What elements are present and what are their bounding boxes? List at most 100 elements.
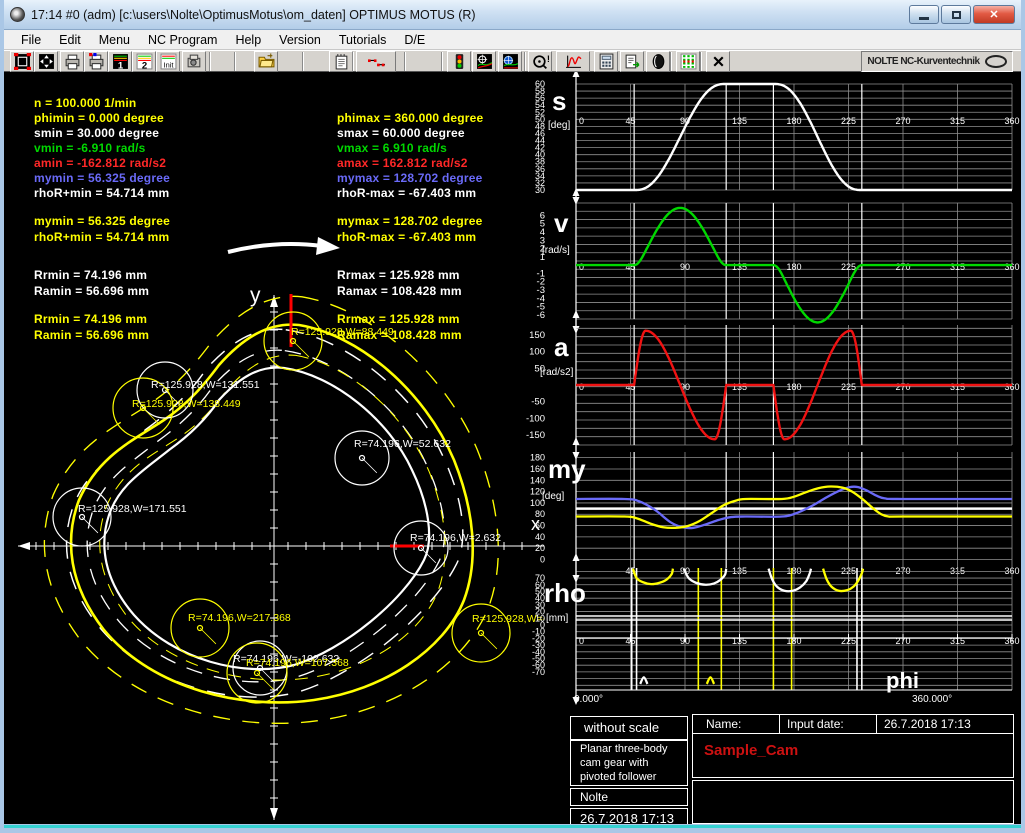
view-1-icon: 1 <box>112 53 129 70</box>
view-1-button[interactable]: 1 <box>108 51 132 72</box>
plot-rho: -70-60-50-40-30-20-100102030405060700459… <box>532 553 1020 705</box>
print-bw-button[interactable] <box>60 51 84 72</box>
parameter-line: vmin = -6.910 rad/s <box>34 141 146 155</box>
parameter-line: mymax = 128.702 degree <box>337 171 483 185</box>
svg-text:my: my <box>548 454 586 484</box>
print-color-button[interactable] <box>84 51 108 72</box>
sphere-icon <box>650 53 667 70</box>
scale-note: without scale <box>584 720 659 735</box>
menu-item-nc-program[interactable]: NC Program <box>139 33 226 47</box>
svg-text:150: 150 <box>529 330 545 341</box>
svg-text:1: 1 <box>117 60 123 70</box>
curve-analysis-button[interactable] <box>556 51 590 72</box>
parameter-line: Ramin = 56.696 mm <box>34 284 149 298</box>
parameter-line: smin = 30.000 degree <box>34 126 159 140</box>
traffic-light-button[interactable] <box>447 51 471 72</box>
svg-text:0: 0 <box>579 262 584 272</box>
export-doc-button[interactable] <box>620 51 644 72</box>
roller-label: R=125.928,W=171.551 <box>78 503 187 515</box>
parameter-line: Ramin = 56.696 mm <box>34 328 149 342</box>
plot-my: 0204060801001201401601804590135180225270… <box>530 437 1020 583</box>
parameter-line: Rrmin = 74.196 mm <box>34 312 147 326</box>
print-color-icon <box>88 53 105 70</box>
svg-text:[rad/s]: [rad/s] <box>542 245 570 256</box>
menu-item-edit[interactable]: Edit <box>50 33 90 47</box>
chart-dark-button[interactable] <box>472 51 496 72</box>
chart-blue-button[interactable] <box>498 51 522 72</box>
menu-item-help[interactable]: Help <box>226 33 270 47</box>
menu-item-menu[interactable]: Menu <box>90 33 139 47</box>
svg-text:6: 6 <box>540 210 545 221</box>
cam-rotation-icon: ! <box>532 53 549 70</box>
input-date-label: Input date: <box>787 717 844 731</box>
svg-text:phi: phi <box>886 668 919 693</box>
frame-button[interactable] <box>10 51 34 72</box>
menu-item-tutorials[interactable]: Tutorials <box>330 33 395 47</box>
svg-text:[mm]: [mm] <box>546 613 568 624</box>
author: Nolte <box>580 790 608 804</box>
svg-text:0: 0 <box>579 116 584 126</box>
close-icon: ✕ <box>989 8 998 21</box>
camera-icon <box>186 53 203 70</box>
export-doc-icon <box>624 53 641 70</box>
timing-diagram-icon <box>368 53 385 70</box>
roller-label: R=125.928,W=131.551 <box>151 379 260 391</box>
fit-view-button[interactable] <box>34 51 58 72</box>
roller-label: R=74.196,W=107.368 <box>246 657 349 669</box>
minimize-icon <box>919 17 929 20</box>
traffic-light-icon <box>451 53 468 70</box>
svg-text:-150: -150 <box>526 430 545 441</box>
camera-button[interactable] <box>182 51 206 72</box>
toolbar-separator <box>404 52 406 71</box>
menu-item-file[interactable]: File <box>12 33 50 47</box>
y-axis-label: y <box>250 284 261 307</box>
roller-label: R=125.928,W=138.449 <box>132 398 241 410</box>
init-button[interactable]: Init <box>156 51 180 72</box>
roller-label: R=74.196,W=52.632 <box>354 438 451 450</box>
sphere-button[interactable] <box>646 51 670 72</box>
calculator-button[interactable] <box>594 51 618 72</box>
close-x-button[interactable] <box>706 51 730 72</box>
minimize-button[interactable] <box>909 5 939 24</box>
svg-text:90: 90 <box>680 262 690 272</box>
roller-label: R=74.196,W=217.368 <box>188 612 291 624</box>
timing-diagram-button[interactable] <box>356 51 396 72</box>
plot-a: -150-100-5050100150045901351802252703153… <box>526 310 1020 460</box>
svg-text:2: 2 <box>141 60 146 70</box>
parameter-line: mymax = 128.702 degree <box>337 214 483 228</box>
svg-text:45: 45 <box>625 116 635 126</box>
svg-text:315: 315 <box>950 116 965 126</box>
svg-text:[deg]: [deg] <box>542 491 564 502</box>
close-x-icon <box>710 53 727 70</box>
svg-text:0: 0 <box>579 382 584 392</box>
svg-text:45: 45 <box>625 262 635 272</box>
chart-dark-icon <box>476 53 493 70</box>
menu-item-d-e[interactable]: D/E <box>395 33 434 47</box>
view-2-button[interactable]: 2 <box>132 51 156 72</box>
svg-text:!: ! <box>546 54 548 65</box>
svg-text:80: 80 <box>535 509 545 519</box>
svg-text:140: 140 <box>530 475 545 485</box>
cam-rotation-button[interactable]: ! <box>528 51 552 72</box>
svg-text:0: 0 <box>540 555 545 565</box>
toolbar-separator <box>209 52 211 71</box>
svg-text:rho: rho <box>544 578 586 608</box>
open-folder-icon <box>258 53 275 70</box>
init-icon: Init <box>160 53 177 70</box>
roller-label: R=74.196,W=2.632 <box>410 532 501 544</box>
notepad-button[interactable] <box>329 51 353 72</box>
toolbar: NOLTE NC-Kurventechnik 12Init! <box>4 50 1021 72</box>
svg-text:225: 225 <box>841 262 856 272</box>
close-button[interactable]: ✕ <box>973 5 1015 24</box>
chart-blue-icon <box>502 53 519 70</box>
svg-text:180: 180 <box>786 116 801 126</box>
svg-text:180: 180 <box>786 262 801 272</box>
svg-text:-100: -100 <box>526 413 545 424</box>
menu-item-version[interactable]: Version <box>270 33 330 47</box>
grid-columns-button[interactable] <box>676 51 700 72</box>
workspace: yxR=125.928,W=88.449R=125.928,W=131.551R… <box>4 72 1025 824</box>
open-folder-button[interactable] <box>254 51 278 72</box>
title-bar: 17:14 #0 (adm) [c:\users\Nolte\OptimusMo… <box>4 0 1021 30</box>
calculator-icon <box>598 53 615 70</box>
maximize-button[interactable] <box>941 5 971 24</box>
